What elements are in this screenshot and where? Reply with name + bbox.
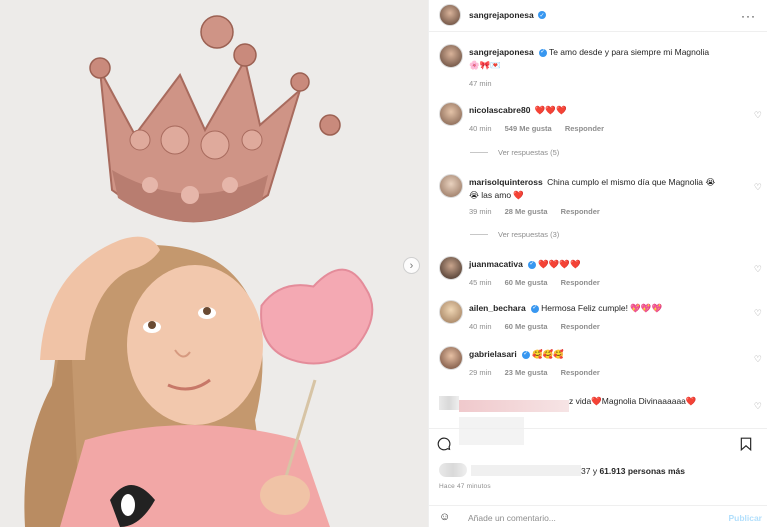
comment-body: z vida❤️Magnolia Divinaaaaaa❤️ xyxy=(569,396,697,406)
like-comment-heart-icon[interactable]: ♡ xyxy=(754,354,762,365)
view-replies-label: Ver respuestas (5) xyxy=(498,148,560,157)
comment-meta: 40 min 60 Me gusta Responder xyxy=(469,322,611,331)
comment-text: nicolascabre80 ❤️❤️❤️ xyxy=(469,104,709,117)
reply-button[interactable]: Responder xyxy=(565,124,604,133)
comment-meta: 40 min 549 Me gusta Responder xyxy=(469,124,615,133)
comment-body: ❤️❤️❤️❤️ xyxy=(538,259,581,269)
comment-likes[interactable]: 549 Me gusta xyxy=(505,124,552,133)
comment-likes[interactable]: 60 Me gusta xyxy=(505,278,548,287)
post-header: sangrejaponesa ✓ ··· xyxy=(429,0,767,32)
comment-meta: 39 min 28 Me gusta Responder xyxy=(469,207,611,216)
likes-summary[interactable]: 37 y 61.913 personas más xyxy=(581,466,685,476)
commenter-avatar[interactable] xyxy=(439,102,463,126)
comment-time: 45 min xyxy=(469,278,492,287)
comment-username[interactable]: juanmacativa xyxy=(469,259,523,269)
comment-text: z vida❤️Magnolia Divinaaaaaa❤️ xyxy=(569,395,749,408)
commenter-avatar[interactable] xyxy=(439,256,463,280)
blurred-username xyxy=(459,400,569,412)
bookmark-icon[interactable] xyxy=(739,436,753,452)
author-avatar[interactable] xyxy=(439,4,461,26)
commenter-avatar[interactable] xyxy=(439,174,463,198)
comment-input[interactable]: Añade un comentario... xyxy=(468,513,556,523)
commenter-avatar[interactable] xyxy=(439,346,463,370)
comment-text: gabrielasari ✓ 🥰🥰🥰 xyxy=(469,348,709,361)
reply-button[interactable]: Responder xyxy=(561,207,600,216)
like-comment-heart-icon[interactable]: ♡ xyxy=(754,182,762,193)
caption-emoji: 🌸🎀💌 xyxy=(469,60,501,70)
like-comment-heart-icon[interactable]: ♡ xyxy=(754,110,762,121)
instagram-post-modal: › sangrejaponesa ✓ ··· sangrejaponesa ✓ T… xyxy=(0,0,767,527)
photo-illustration xyxy=(0,0,428,527)
likes-prefix: 37 y xyxy=(581,466,598,476)
publish-button[interactable]: Publicar xyxy=(728,513,762,523)
verified-badge-icon: ✓ xyxy=(521,350,530,359)
caption-username[interactable]: sangrejaponesa xyxy=(469,47,534,57)
like-comment-heart-icon[interactable]: ♡ xyxy=(754,264,762,275)
next-photo-button[interactable]: › xyxy=(403,257,420,274)
comment-time: 40 min xyxy=(469,124,492,133)
post-actions-bar xyxy=(429,428,767,460)
comment-time: 40 min xyxy=(469,322,492,331)
likes-count: 61.913 xyxy=(599,466,626,476)
comment-username[interactable]: ailen_bechara xyxy=(469,303,526,313)
comments-panel: sangrejaponesa ✓ ··· sangrejaponesa ✓ Te … xyxy=(428,0,767,527)
post-photo[interactable]: › xyxy=(0,0,428,527)
comment-username[interactable]: marisolquinteross xyxy=(469,177,543,187)
comment-icon[interactable] xyxy=(437,437,451,451)
caption-time: 47 min xyxy=(469,79,492,88)
author-username[interactable]: sangrejaponesa xyxy=(469,10,534,20)
comment-body: Hermosa Feliz cumple! 💖💖💖 xyxy=(541,303,663,313)
comment-body: 🥰🥰🥰 xyxy=(532,349,564,359)
comment-time: 29 min xyxy=(469,368,492,377)
comment-username[interactable]: gabrielasari xyxy=(469,349,517,359)
commenter-avatar[interactable] xyxy=(439,300,463,324)
add-comment-bar: ☺ Añade un comentario... Publicar xyxy=(429,505,767,527)
view-replies-button[interactable]: Ver respuestas (5) xyxy=(470,148,559,157)
comment-text: marisolquinteross China cumplo el mismo … xyxy=(469,176,724,202)
comment-meta: 45 min 60 Me gusta Responder xyxy=(469,278,611,287)
author-avatar-small[interactable] xyxy=(439,44,463,68)
comment-meta: 29 min 23 Me gusta Responder xyxy=(469,368,611,377)
comment-likes[interactable]: 28 Me gusta xyxy=(505,207,548,216)
liker-avatars[interactable] xyxy=(439,463,467,477)
reply-button[interactable]: Responder xyxy=(561,322,600,331)
verified-badge-icon: ✓ xyxy=(538,11,546,19)
verified-badge-icon: ✓ xyxy=(538,48,547,57)
post-timestamp: Hace 47 minutos xyxy=(439,483,491,490)
comment-text: juanmacativa ✓ ❤️❤️❤️❤️ xyxy=(469,258,709,271)
caption-text: sangrejaponesa ✓ Te amo desde y para siem… xyxy=(469,46,754,72)
more-options-button[interactable]: ··· xyxy=(741,9,756,23)
emoji-icon[interactable]: ☺ xyxy=(439,511,450,523)
reply-button[interactable]: Responder xyxy=(561,278,600,287)
likes-tail: personas más xyxy=(627,466,685,476)
like-comment-heart-icon[interactable]: ♡ xyxy=(754,401,762,412)
reply-button[interactable]: Responder xyxy=(561,368,600,377)
view-replies-button[interactable]: Ver respuestas (3) xyxy=(470,230,559,239)
comment-text: ailen_bechara ✓ Hermosa Feliz cumple! 💖💖💖 xyxy=(469,302,709,315)
blurred-liker-name xyxy=(471,465,581,476)
comment-body: ❤️❤️❤️ xyxy=(534,105,567,115)
caption-body: Te amo desde y para siempre mi Magnolia xyxy=(548,47,710,57)
blurred-avatar xyxy=(439,396,459,410)
comment-username[interactable]: nicolascabre80 xyxy=(469,105,530,115)
view-replies-label: Ver respuestas (3) xyxy=(498,230,560,239)
verified-badge-icon: ✓ xyxy=(527,260,536,269)
comment-time: 39 min xyxy=(469,207,492,216)
comment-likes[interactable]: 60 Me gusta xyxy=(505,322,548,331)
verified-badge-icon: ✓ xyxy=(530,304,539,313)
like-comment-heart-icon[interactable]: ♡ xyxy=(754,308,762,319)
comment-likes[interactable]: 23 Me gusta xyxy=(505,368,548,377)
